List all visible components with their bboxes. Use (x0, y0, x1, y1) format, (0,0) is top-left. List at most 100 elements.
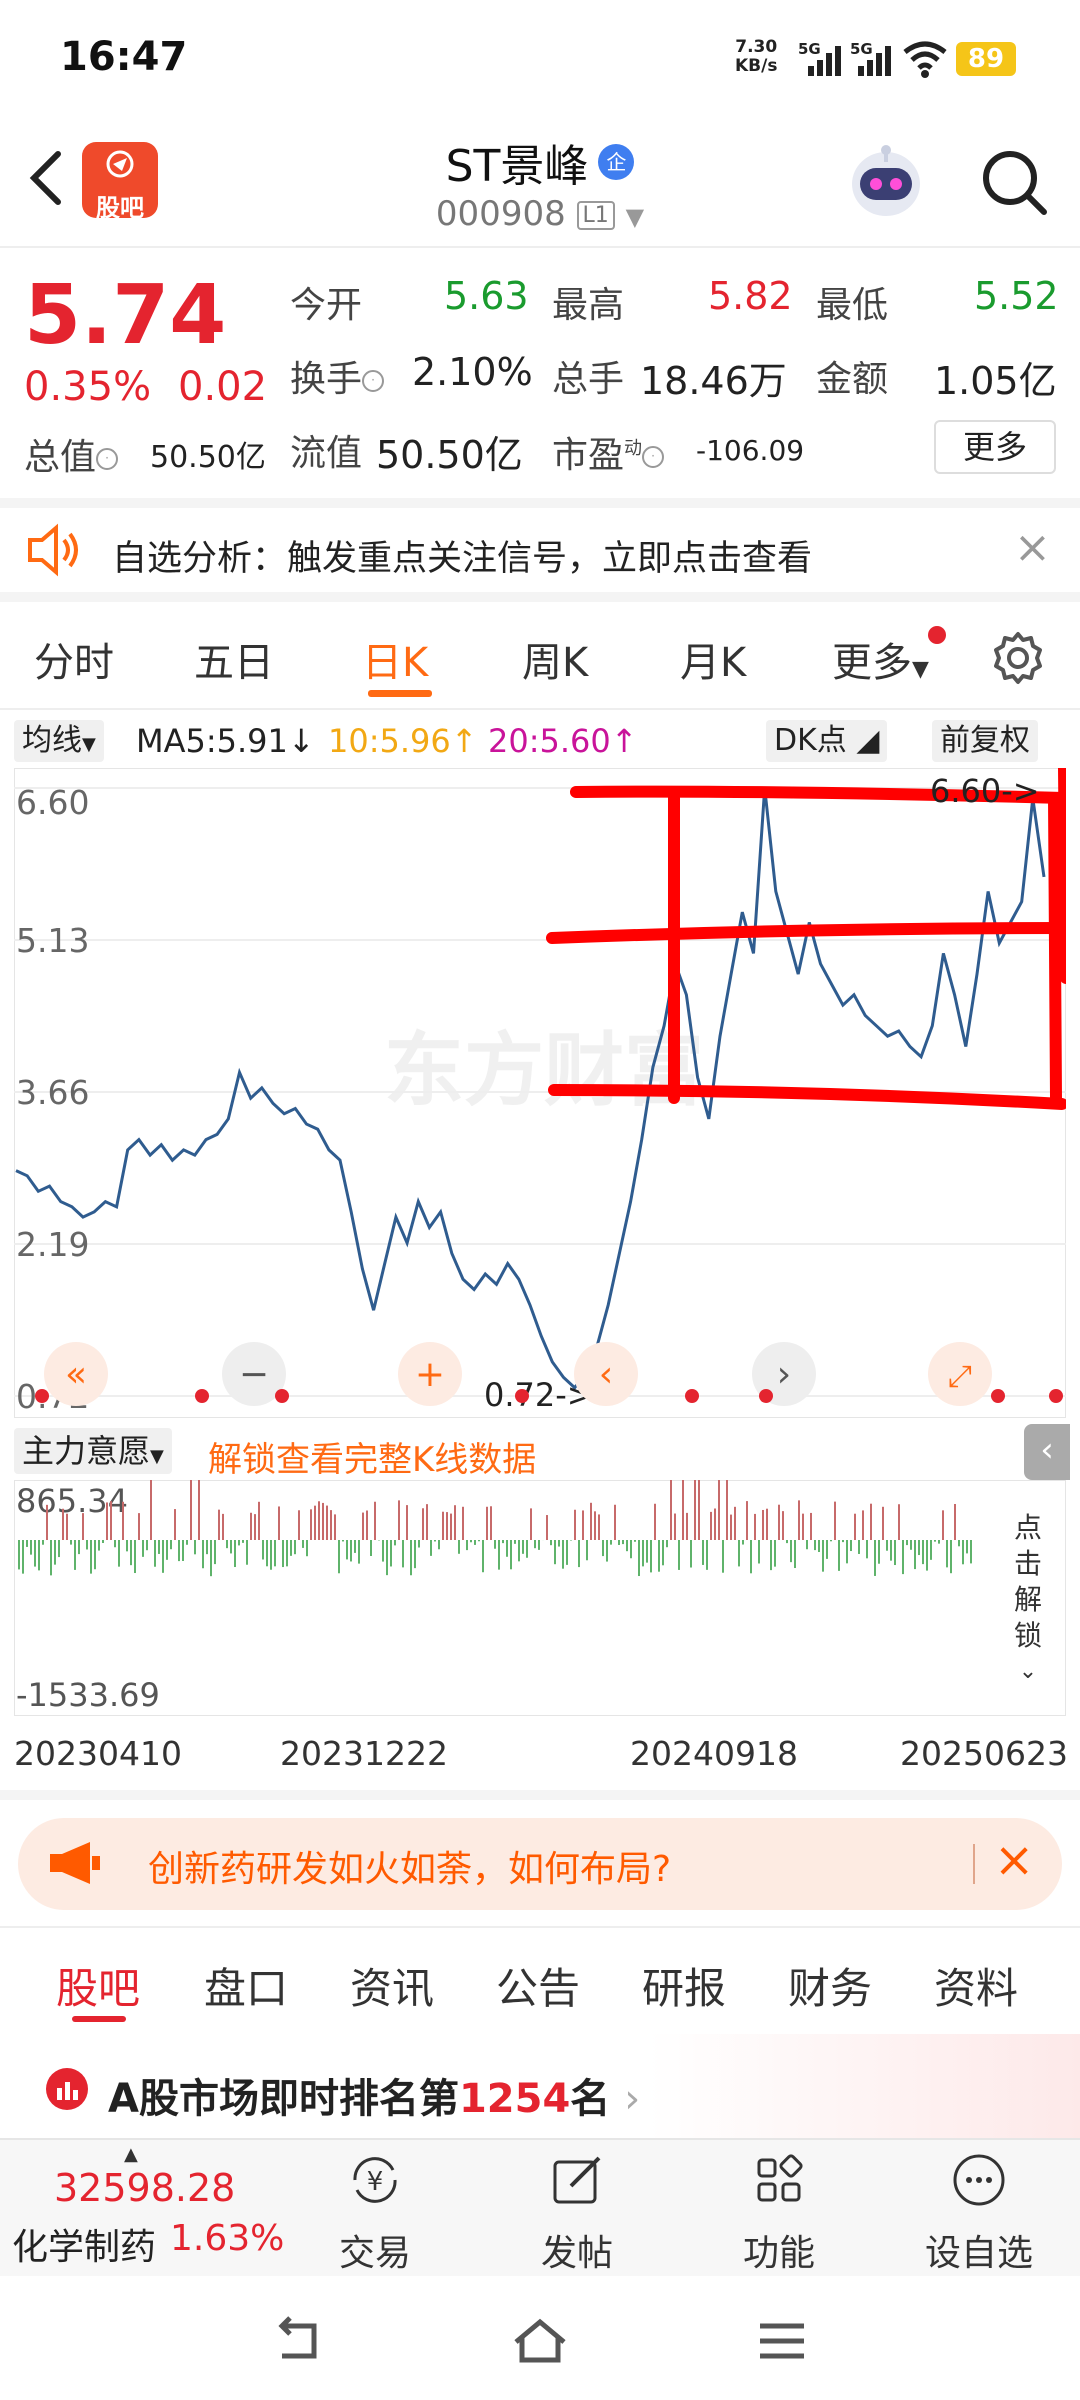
indicator-selector[interactable]: 主力意愿▼ (14, 1428, 172, 1474)
indicator-bar (62, 1508, 64, 1540)
indicator-chart[interactable]: 865.34 -1533.69 (14, 1480, 1066, 1716)
nav-home-icon[interactable] (510, 2316, 570, 2366)
info-icon[interactable]: · (642, 446, 665, 468)
collapse-arrow-icon[interactable]: ‹ (1024, 1424, 1070, 1480)
tab-five-day[interactable]: 五日 (194, 630, 274, 688)
indicator-bar (702, 1540, 704, 1565)
gear-icon[interactable] (990, 630, 1046, 686)
tab-finance[interactable]: 财务 (788, 1955, 872, 2016)
tab-news[interactable]: 资讯 (350, 1955, 434, 2016)
svg-text:+: + (415, 1354, 445, 1395)
tab-guba[interactable]: 股吧 (56, 1955, 140, 2016)
more-dots-icon (953, 2154, 1005, 2206)
indicator-bar (34, 1540, 36, 1567)
indicator-bar (686, 1512, 688, 1540)
indicator-bar (782, 1511, 784, 1540)
indicator-bar (650, 1540, 652, 1573)
tab-research[interactable]: 研报 (642, 1955, 726, 2016)
indicator-bar (374, 1501, 376, 1540)
info-icon[interactable]: · (362, 370, 385, 392)
ma-selector[interactable]: 均线▼ (14, 720, 104, 762)
info-icon[interactable]: · (96, 448, 119, 470)
post-button[interactable]: 发帖 (512, 2150, 642, 2276)
indicator-bar (590, 1502, 592, 1540)
indicator-bar (266, 1540, 268, 1567)
indicator-bar (118, 1540, 120, 1567)
trade-button[interactable]: ¥ 交易 (310, 2150, 440, 2276)
indicator-bar (322, 1502, 324, 1540)
promo-banner[interactable]: 创新药研发如火如荼，如何布局? × (18, 1818, 1062, 1910)
indicator-bar (298, 1510, 300, 1540)
indicator-bar (814, 1540, 816, 1551)
battery-indicator: 89 (956, 42, 1016, 76)
indicator-bar (262, 1540, 264, 1560)
indicator-bar (214, 1540, 216, 1565)
sector-name[interactable]: 化学制药 (12, 2218, 156, 2270)
indicator-bar (810, 1512, 812, 1540)
indicator-bar (414, 1540, 416, 1569)
system-nav-bar (0, 2276, 1080, 2400)
indicator-bar (598, 1514, 600, 1540)
nav-back-icon[interactable] (268, 2316, 328, 2366)
indicator-bar (230, 1540, 232, 1554)
tab-daily-k[interactable]: 日K (362, 630, 428, 688)
tab-intraday[interactable]: 分时 (34, 630, 114, 688)
ai-robot-avatar[interactable] (846, 140, 926, 224)
price-axis-label: 5.13 (16, 921, 89, 960)
sector-index-value[interactable]: 32598.28 (54, 2166, 235, 2210)
date-label: 20250623 (900, 1734, 1068, 1773)
functions-button[interactable]: 功能 (714, 2150, 844, 2276)
indicator-bar (606, 1540, 608, 1562)
fullscreen-button[interactable]: ⤢ (928, 1342, 992, 1406)
zoom-in-button[interactable]: + (398, 1342, 462, 1406)
indicator-bar (838, 1540, 840, 1571)
high-value: 5.82 (708, 274, 793, 318)
close-icon[interactable]: × (994, 1832, 1034, 1888)
indicator-bar (218, 1509, 220, 1540)
indicator-bar (306, 1540, 308, 1557)
nav-menu-icon[interactable] (752, 2316, 812, 2366)
indicator-bar (674, 1513, 676, 1540)
indicator-bar (678, 1540, 680, 1570)
wifi-icon (903, 41, 947, 78)
ma5-value: MA5:5.91↓ (136, 722, 315, 760)
tab-announcements[interactable]: 公告 (496, 1955, 580, 2016)
add-watchlist-button[interactable]: 设自选 (914, 2150, 1044, 2276)
scroll-left-button[interactable]: ‹ (574, 1342, 638, 1406)
indicator-bar (434, 1540, 436, 1542)
tab-weekly-k[interactable]: 周K (522, 630, 588, 688)
unlock-kline-link[interactable]: 解锁查看完整K线数据 (208, 1432, 536, 1481)
fuquan-button[interactable]: 前复权 (932, 720, 1038, 762)
indicator-bar (670, 1480, 672, 1540)
scroll-left-fast-button[interactable]: « (44, 1342, 108, 1406)
indicator-bar (622, 1540, 624, 1545)
indicator-bar (186, 1540, 188, 1545)
indicator-bar (922, 1540, 924, 1565)
indicator-bar (78, 1540, 80, 1555)
indicator-bar (366, 1510, 368, 1540)
indicator-bar (902, 1540, 904, 1575)
tab-more[interactable]: 更多▼ (832, 630, 929, 688)
analysis-banner[interactable]: 自选分析：触发重点关注信号，立即点击查看 × (0, 498, 1080, 602)
sector-change: 1.63% (170, 2218, 285, 2259)
more-quote-button[interactable]: 更多 (934, 420, 1056, 474)
search-icon[interactable] (978, 146, 1050, 218)
tab-profile[interactable]: 资料 (934, 1955, 1018, 2016)
notification-dot (928, 626, 946, 644)
caret-down-icon: ▼ (912, 657, 929, 682)
dk-point-button[interactable]: DK点 ◢ (766, 720, 888, 762)
tab-monthly-k[interactable]: 月K (680, 630, 746, 688)
market-rank-row[interactable]: A股市场即时排名第1254名 › (0, 2034, 1080, 2138)
side-unlock-button[interactable]: 点 击 解 锁 ⌄ (1000, 1510, 1056, 1690)
close-icon[interactable]: × (1014, 522, 1051, 573)
header-divider (0, 246, 1080, 248)
indicator-min-label: -1533.69 (16, 1676, 160, 1714)
tab-pankou[interactable]: 盘口 (204, 1955, 288, 2016)
indicator-bar (762, 1509, 764, 1540)
indicator-bar (586, 1540, 588, 1561)
indicator-bar (970, 1540, 972, 1564)
indicator-bar (86, 1540, 88, 1550)
kline-chart[interactable]: 东方财富 6.605.133.662.190.72 6.60-> 0.72-> … (14, 768, 1066, 1418)
indicator-bar (478, 1540, 480, 1542)
indicator-bar (594, 1511, 596, 1540)
